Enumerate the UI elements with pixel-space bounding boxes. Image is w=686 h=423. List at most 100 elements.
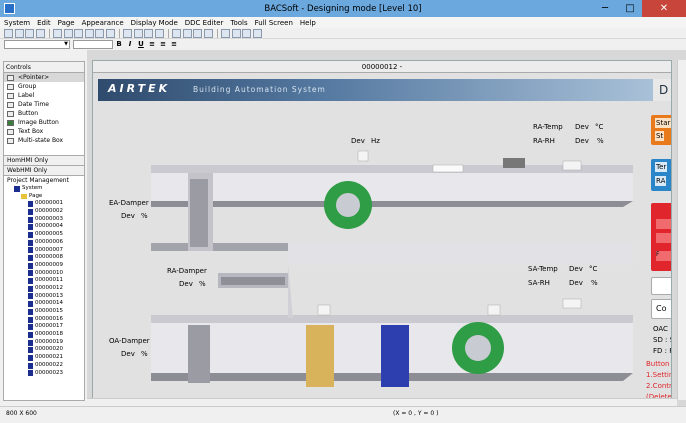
align-top-icon[interactable] xyxy=(84,28,94,38)
align-middle-icon[interactable] xyxy=(95,28,104,38)
start-panel[interactable]: Star St xyxy=(651,115,671,145)
align-center-text-icon[interactable]: ≡ xyxy=(158,40,168,49)
close-button[interactable]: ✕ xyxy=(642,0,686,17)
tree-page-item[interactable]: 00000011 xyxy=(10,277,84,285)
tree-page-item[interactable]: 00000001 xyxy=(10,200,84,208)
control-text-box[interactable]: Text Box xyxy=(4,127,84,136)
tree-page-item[interactable]: 00000017 xyxy=(10,323,84,331)
underline-button[interactable]: U xyxy=(136,40,146,49)
tab-hmi-only[interactable]: HomHMI Only xyxy=(4,155,84,165)
grid-icon[interactable] xyxy=(154,28,164,38)
tree-page-item[interactable]: 00000003 xyxy=(10,216,84,224)
tree-page-item[interactable]: 00000022 xyxy=(10,362,84,370)
hspace-icon[interactable] xyxy=(172,28,181,38)
menu-page[interactable]: Page xyxy=(58,19,75,27)
control-label: Label xyxy=(18,92,35,99)
same-size-icon[interactable] xyxy=(144,28,153,38)
tree-page-item[interactable]: 00000012 xyxy=(10,285,84,293)
align-bottom-icon[interactable] xyxy=(105,28,115,38)
font-name-select[interactable]: ▼ xyxy=(4,40,70,49)
tree-page-item[interactable]: 00000023 xyxy=(10,370,84,378)
tree-page-item[interactable]: 00000010 xyxy=(10,270,84,278)
tree-page-item[interactable]: 00000013 xyxy=(10,293,84,301)
align-left-icon[interactable] xyxy=(53,28,62,38)
left-panel: Controls <Pointer> Group Label Date Time… xyxy=(3,61,85,401)
coil-icon xyxy=(381,325,409,387)
tree-page-item[interactable]: 00000008 xyxy=(10,254,84,262)
menu-ddc-editer[interactable]: DDC Editer xyxy=(185,19,224,27)
control-group[interactable]: Group xyxy=(4,82,84,91)
menu-tools[interactable]: Tools xyxy=(230,19,247,27)
tab-web-only[interactable]: WebHMI Only xyxy=(4,165,84,175)
maximize-button[interactable]: □ xyxy=(618,0,642,17)
tree-page-item[interactable]: 00000019 xyxy=(10,339,84,347)
design-workspace: 00000012 - AIRTEK Building Automation Sy… xyxy=(87,50,686,406)
bold-button[interactable]: B xyxy=(114,40,124,49)
control-image-button[interactable]: Image Button xyxy=(4,118,84,127)
delete-icon[interactable] xyxy=(35,28,45,38)
menu-full-screen[interactable]: Full Screen xyxy=(255,19,293,27)
co-button[interactable]: Co xyxy=(651,299,671,319)
tree-page-item[interactable]: 00000016 xyxy=(10,316,84,324)
blank-box xyxy=(651,277,671,295)
tree-page-item[interactable]: 00000021 xyxy=(10,354,84,362)
control-label[interactable]: Label xyxy=(4,91,84,100)
align-right-icon[interactable] xyxy=(74,28,83,38)
stop-button[interactable]: St xyxy=(655,131,665,141)
control-date-time[interactable]: Date Time xyxy=(4,100,84,109)
tree-root[interactable]: System xyxy=(10,185,84,193)
minimize-button[interactable]: ─ xyxy=(593,0,617,17)
menu-display-mode[interactable]: Display Mode xyxy=(131,19,178,27)
label-icon xyxy=(7,92,14,99)
properties-icon[interactable] xyxy=(252,28,262,38)
control-pointer[interactable]: <Pointer> xyxy=(4,73,84,82)
align-center-icon[interactable] xyxy=(63,28,73,38)
vspace-icon[interactable] xyxy=(182,28,192,38)
tree-page-item[interactable]: 00000006 xyxy=(10,239,84,247)
menu-system[interactable]: System xyxy=(4,19,30,27)
vertical-scrollbar[interactable] xyxy=(677,60,686,400)
ra-damper-unit: % xyxy=(199,280,206,288)
paste-icon[interactable] xyxy=(242,28,251,38)
ra-temp-sensor-icon xyxy=(562,160,582,171)
menu-help[interactable]: Help xyxy=(300,19,316,27)
alarm-row xyxy=(656,233,671,243)
cut-icon[interactable] xyxy=(221,28,230,38)
open-icon[interactable] xyxy=(14,28,24,38)
page-icon xyxy=(28,347,33,354)
tree-page-label: 00000023 xyxy=(35,369,63,376)
temp-panel: Ter RA xyxy=(651,159,671,191)
start-button[interactable]: Star xyxy=(655,118,671,128)
italic-button[interactable]: I xyxy=(125,40,135,49)
tab-project-management[interactable]: Project Management xyxy=(4,175,84,185)
tree-page-item[interactable]: 00000005 xyxy=(10,231,84,239)
page-icon xyxy=(28,247,33,254)
control-label: Image Button xyxy=(18,119,59,126)
font-size-select[interactable] xyxy=(73,40,113,49)
same-width-icon[interactable] xyxy=(123,28,132,38)
hmi-canvas[interactable]: AIRTEK Building Automation System D Dev … xyxy=(93,73,671,401)
tree-page-item[interactable]: 00000007 xyxy=(10,247,84,255)
tree-page-item[interactable]: 00000015 xyxy=(10,308,84,316)
horizontal-scrollbar[interactable] xyxy=(87,398,677,406)
tree-page-item[interactable]: 00000009 xyxy=(10,262,84,270)
tree-page-item[interactable]: 00000004 xyxy=(10,223,84,231)
new-page-icon[interactable] xyxy=(4,28,13,38)
same-height-icon[interactable] xyxy=(133,28,143,38)
copy-icon[interactable] xyxy=(231,28,241,38)
tree-page-item[interactable]: 00000018 xyxy=(10,331,84,339)
save-icon[interactable] xyxy=(25,28,34,38)
tree-page-item[interactable]: 00000002 xyxy=(10,208,84,216)
control-button[interactable]: Button xyxy=(4,109,84,118)
menu-appearance[interactable]: Appearance xyxy=(82,19,124,27)
bring-front-icon[interactable] xyxy=(193,28,202,38)
align-left-text-icon[interactable]: ≡ xyxy=(147,40,157,49)
menu-edit[interactable]: Edit xyxy=(37,19,51,27)
control-label: Button xyxy=(18,110,39,117)
tree-page-item[interactable]: 00000020 xyxy=(10,346,84,354)
align-right-text-icon[interactable]: ≡ xyxy=(169,40,179,49)
send-back-icon[interactable] xyxy=(203,28,213,38)
tree-page-folder[interactable]: Page xyxy=(10,193,84,201)
control-multi-state-box[interactable]: Multi-state Box xyxy=(4,136,84,145)
tree-page-item[interactable]: 00000014 xyxy=(10,300,84,308)
